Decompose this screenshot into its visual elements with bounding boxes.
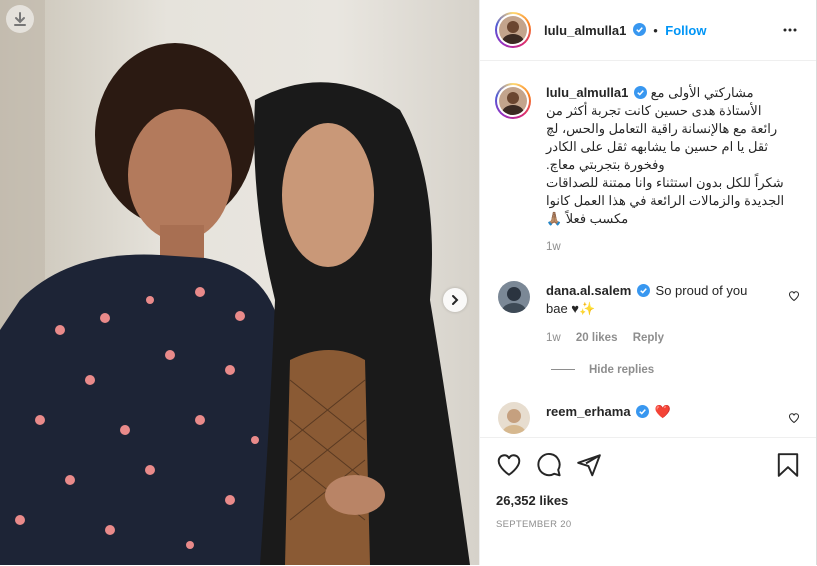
comment-timestamp[interactable]: 1w: [546, 332, 561, 344]
commenter-username[interactable]: reem_erhama: [546, 404, 631, 419]
hide-replies-button[interactable]: Hide replies: [551, 364, 654, 376]
next-image-button[interactable]: [443, 288, 467, 312]
post-header: lulu_almulla1 • Follow: [480, 0, 816, 61]
caption-timestamp[interactable]: 1w: [546, 238, 804, 256]
caption-avatar[interactable]: [499, 87, 527, 115]
comment-like-button[interactable]: [788, 289, 800, 307]
chevron-right-icon: [452, 295, 459, 305]
comments-scroll-area[interactable]: lulu_almulla1 مشاركتي الأولى مع الأستاذة…: [480, 61, 816, 437]
heart-icon: [497, 454, 521, 476]
heart-icon: [788, 291, 800, 302]
caption-line: الأستاذة هدى حسين كانت تجربة أكثر من: [546, 103, 762, 118]
bookmark-icon: [777, 453, 799, 477]
download-button[interactable]: [6, 5, 34, 33]
caption: lulu_almulla1 مشاركتي الأولى مع الأستاذة…: [546, 84, 804, 256]
comment-text-cont: bae ♥✨: [546, 301, 596, 316]
separator-dot: •: [653, 23, 658, 38]
caption-line: الجديدة والزمالات الرائعة في هذا العمل ك…: [546, 193, 785, 208]
verified-badge-icon: [632, 23, 646, 37]
caption-line: مكسب فعلاً 🙏🏽: [546, 211, 629, 226]
post-photo-image: [0, 0, 479, 565]
caption-username[interactable]: lulu_almulla1: [546, 85, 628, 100]
likes-count[interactable]: 26,352 likes: [496, 493, 568, 508]
heart-icon: [788, 413, 800, 424]
comment-likes-count[interactable]: 20 likes: [576, 332, 618, 344]
header-username[interactable]: lulu_almulla1: [544, 23, 626, 38]
verified-badge-icon: [636, 284, 650, 298]
verified-badge-icon: [634, 86, 647, 100]
divider-line: [551, 369, 575, 371]
save-button[interactable]: [776, 452, 800, 483]
caption-line: ثقل يا ام حسين ما يشابهه ثقل على الكادر: [546, 139, 769, 154]
comment-icon: [537, 453, 561, 477]
share-button[interactable]: [576, 452, 602, 483]
caption-line: .وفخورة بتجربتي معاچ: [546, 157, 665, 172]
post-photo[interactable]: [0, 0, 479, 565]
avatar[interactable]: [499, 16, 527, 44]
commenter-username[interactable]: dana.al.salem: [546, 283, 631, 298]
reply-button[interactable]: Reply: [633, 332, 664, 344]
verified-badge-icon: [636, 405, 650, 419]
post-actions: 26,352 likes SEPTEMBER 20: [480, 437, 816, 566]
comment-like-button[interactable]: [788, 411, 800, 429]
comment-button[interactable]: [536, 452, 562, 483]
caption-line: شكراً للكل بدون استثناء وانا ممتنة للصدا…: [546, 175, 784, 190]
share-icon: [577, 454, 601, 477]
post-date[interactable]: SEPTEMBER 20: [496, 519, 571, 530]
like-button[interactable]: [496, 452, 522, 483]
follow-button[interactable]: Follow: [665, 23, 706, 38]
comment-text: ❤️: [654, 404, 671, 419]
caption-line: رائعة مع هالإنسانة راقية التعامل والحس، …: [546, 121, 778, 136]
caption-line: مشاركتي الأولى مع: [650, 85, 754, 100]
post-details-panel: lulu_almulla1 • Follow lulu_almulla1 مشا…: [479, 0, 817, 565]
more-options-icon: [783, 28, 797, 32]
more-options-button[interactable]: [782, 22, 798, 43]
commenter-avatar[interactable]: [498, 402, 530, 434]
hide-replies-label: Hide replies: [589, 364, 655, 376]
comment-text: So proud of you: [655, 283, 748, 298]
download-icon: [14, 12, 26, 26]
commenter-avatar[interactable]: [498, 281, 530, 313]
